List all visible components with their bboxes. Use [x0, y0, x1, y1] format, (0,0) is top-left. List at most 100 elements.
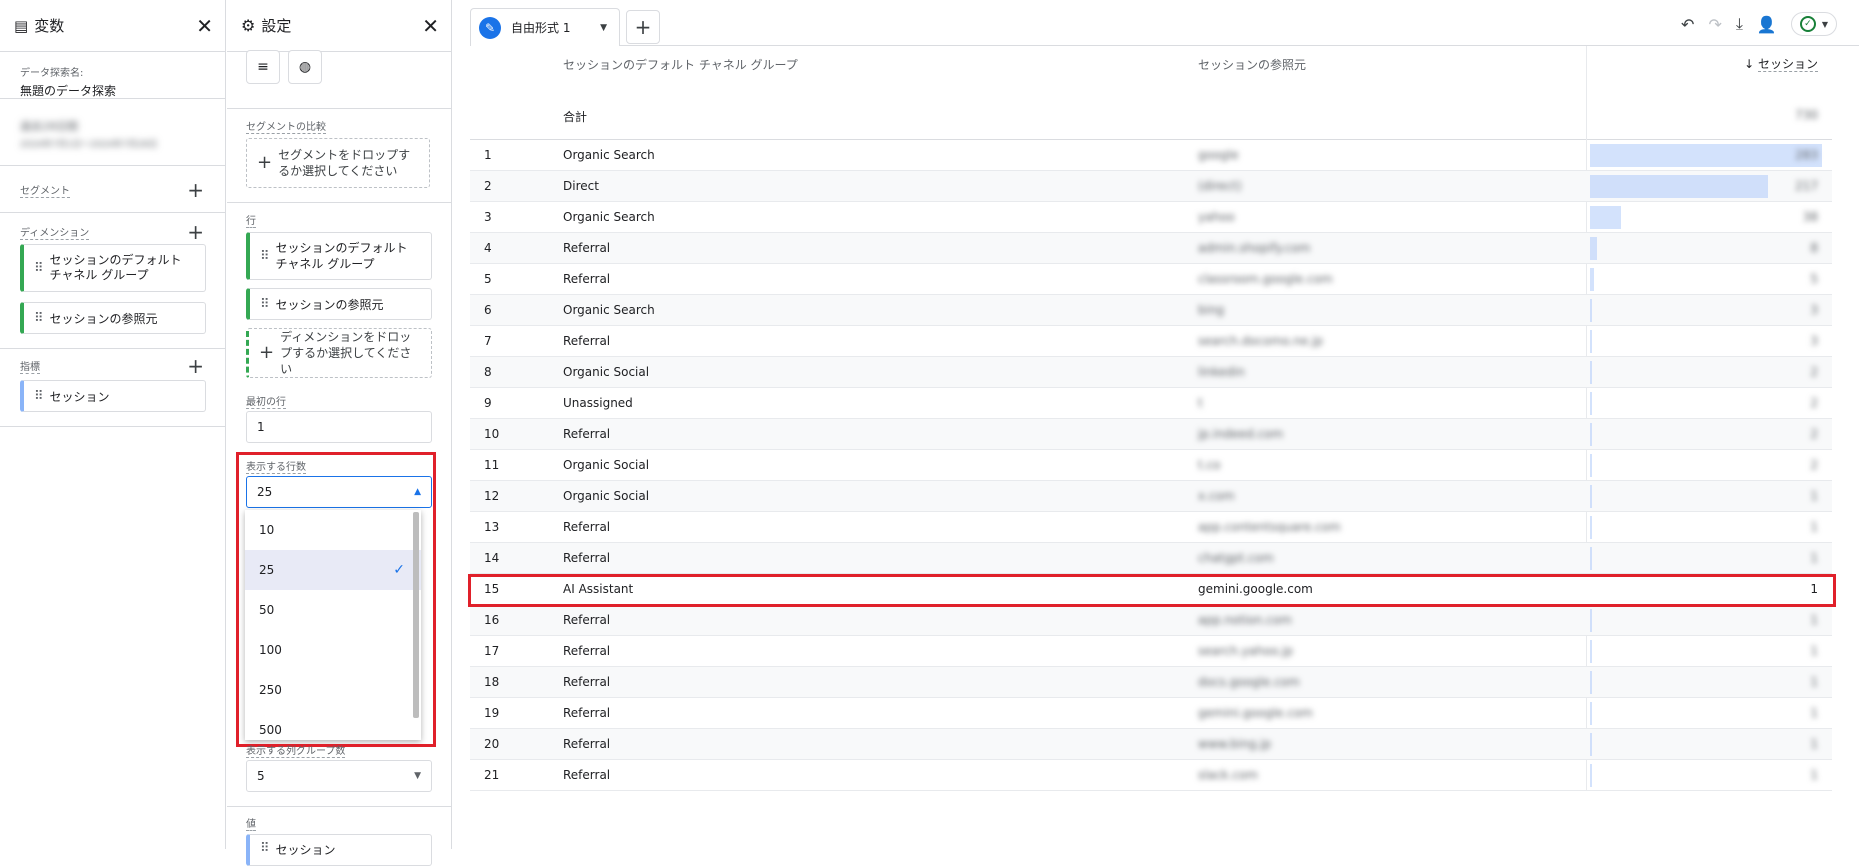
- table-row[interactable]: 21 Referral slack.com 1: [470, 760, 1832, 791]
- close-settings-icon[interactable]: ✕: [422, 16, 439, 36]
- option-label: 500: [259, 723, 282, 737]
- table-row[interactable]: 17 Referral search.yahoo.jp 1: [470, 636, 1832, 667]
- check-icon: ✓: [393, 562, 405, 578]
- share-user-icon[interactable]: 👤: [1757, 15, 1777, 34]
- source-cell: search.yahoo.jp: [1198, 644, 1293, 658]
- session-bar: [1590, 702, 1592, 725]
- globe-button[interactable]: ◍: [288, 50, 322, 84]
- channel-cell: Organic Search: [563, 210, 655, 224]
- status-pill[interactable]: ✓ ▼: [1790, 12, 1837, 36]
- drag-handle-icon[interactable]: ⠿: [260, 297, 269, 312]
- row-chip-channel-group[interactable]: ⠿ セッションのデフォルト チャネル グループ: [246, 232, 432, 280]
- table-row[interactable]: 9 Unassigned t 2: [470, 388, 1832, 419]
- channel-cell: Referral: [563, 272, 611, 286]
- table-row[interactable]: 1 Organic Search google 283: [470, 140, 1832, 171]
- download-icon[interactable]: ⤓: [1736, 14, 1743, 34]
- session-bar: [1590, 764, 1592, 787]
- values-chip[interactable]: ⠿ セッション: [246, 834, 432, 866]
- sessions-cell: 217: [1795, 179, 1818, 193]
- drag-handle-icon[interactable]: ⠿: [260, 249, 269, 264]
- table-row[interactable]: 20 Referral www.bing.jp 1: [470, 729, 1832, 760]
- rows-to-show-label: 表示する行数: [246, 458, 306, 474]
- add-tab-button[interactable]: +: [626, 10, 660, 44]
- table-row[interactable]: 2 Direct (direct) 217: [470, 171, 1832, 202]
- table-row[interactable]: 4 Referral admin.shopify.com 8: [470, 233, 1832, 264]
- column-header-sessions[interactable]: ↓ セッション: [1744, 55, 1818, 72]
- source-cell: t: [1198, 396, 1203, 410]
- table-row[interactable]: 12 Organic Social x.com 1: [470, 481, 1832, 512]
- table-row[interactable]: 15 AI Assistant gemini.google.com 1: [470, 574, 1832, 605]
- table-row[interactable]: 8 Organic Social linkedin 2: [470, 357, 1832, 388]
- channel-cell: Referral: [563, 706, 611, 720]
- table-row[interactable]: 14 Referral chatgpt.com 1: [470, 543, 1832, 574]
- channel-cell: Direct: [563, 179, 599, 193]
- column-header-channel-group[interactable]: セッションのデフォルト チャネル グループ: [563, 56, 798, 73]
- row-index: 21: [484, 768, 500, 782]
- session-bar: [1590, 392, 1592, 415]
- column-header-source[interactable]: セッションの参照元: [1198, 56, 1306, 73]
- channel-cell: Organic Search: [563, 148, 655, 162]
- drag-handle-icon[interactable]: ⠿: [34, 261, 43, 276]
- row-chip-source[interactable]: ⠿ セッションの参照元: [246, 288, 432, 320]
- segment-drop-zone[interactable]: + セグメントをドロップするか選択してください: [246, 138, 430, 188]
- session-bar: [1590, 547, 1592, 570]
- table-row[interactable]: 19 Referral gemini.google.com 1: [470, 698, 1832, 729]
- rows-option-10[interactable]: 10: [245, 510, 421, 550]
- dimension-chip-channel-group[interactable]: ⠿ セッションのデフォルト チャネル グループ: [20, 244, 206, 292]
- table-row[interactable]: 13 Referral app.contentsquare.com 1: [470, 512, 1832, 543]
- table-row[interactable]: 7 Referral search.docomo.ne.jp 3: [470, 326, 1832, 357]
- dimension-drop-zone[interactable]: + ディメンションをドロップするか選択してください: [246, 328, 432, 378]
- sessions-cell: 2: [1810, 427, 1818, 441]
- add-metric-icon[interactable]: +: [187, 356, 204, 376]
- option-label: 10: [259, 523, 275, 537]
- rows-option-250[interactable]: 250: [245, 670, 421, 710]
- column-groups-select[interactable]: 5 ▼: [246, 760, 432, 792]
- table-row[interactable]: 10 Referral jp.indeed.com 2: [470, 419, 1832, 450]
- dimension-chip-source[interactable]: ⠿ セッションの参照元: [20, 302, 206, 334]
- option-label: 100: [259, 643, 282, 657]
- row-index: 2: [484, 179, 492, 193]
- rows-option-500[interactable]: 500: [245, 710, 421, 740]
- dropdown-scrollbar[interactable]: [413, 512, 419, 718]
- option-label: 50: [259, 603, 275, 617]
- row-chip-label: セッションのデフォルト チャネル グループ: [275, 241, 408, 271]
- rows-option-50[interactable]: 50: [245, 590, 421, 630]
- tab-freeform-1[interactable]: ✎ 自由形式 1 ▼: [470, 8, 620, 46]
- undo-icon[interactable]: ↶: [1681, 15, 1694, 34]
- channel-cell: Organic Social: [563, 365, 650, 379]
- add-segment-icon[interactable]: +: [187, 180, 204, 200]
- first-row-input[interactable]: 1: [246, 411, 432, 443]
- redo-icon[interactable]: ↷: [1708, 15, 1721, 34]
- exploration-name[interactable]: データ探索名: 無題のデータ探索: [20, 64, 116, 99]
- segment-compare-label: セグメントの比較: [246, 118, 326, 134]
- channel-cell: Referral: [563, 520, 611, 534]
- caret-down-icon[interactable]: ▼: [600, 23, 607, 33]
- channel-cell: Referral: [563, 737, 611, 751]
- row-index: 10: [484, 427, 500, 441]
- metrics-label: 指標: [20, 358, 40, 374]
- rows-option-25[interactable]: 25 ✓: [245, 550, 421, 590]
- add-dimension-icon[interactable]: +: [187, 222, 204, 242]
- table-row[interactable]: 16 Referral app.notion.com 1: [470, 605, 1832, 636]
- close-variables-icon[interactable]: ✕: [196, 16, 213, 36]
- date-range-blurred[interactable]: 過去28日間 2024年7月1日〜2024年7月28日: [20, 118, 185, 150]
- table-technique-button[interactable]: ≡: [246, 50, 280, 84]
- rows-to-show-select[interactable]: 25 ▲: [246, 476, 432, 508]
- row-index: 14: [484, 551, 500, 565]
- dimension-chip-label: セッションのデフォルト チャネル グループ: [49, 253, 182, 282]
- rows-to-show-dropdown: 10 25 ✓ 50 100 250 500: [245, 510, 421, 740]
- table-row[interactable]: 6 Organic Search bing 3: [470, 295, 1832, 326]
- caret-down-icon: ▼: [414, 771, 421, 781]
- table-row[interactable]: 5 Referral classroom.google.com 5: [470, 264, 1832, 295]
- table-row[interactable]: 18 Referral docs.google.com 1: [470, 667, 1832, 698]
- channel-cell: Organic Search: [563, 303, 655, 317]
- rows-option-100[interactable]: 100: [245, 630, 421, 670]
- dimensions-section: ディメンション +: [20, 222, 204, 242]
- drag-handle-icon[interactable]: ⠿: [34, 311, 43, 326]
- table-row[interactable]: 11 Organic Social t.co 2: [470, 450, 1832, 481]
- dimensions-label: ディメンション: [20, 224, 90, 240]
- table-row[interactable]: 3 Organic Search yahoo 38: [470, 202, 1832, 233]
- dimension-chip-label: セッションの参照元: [49, 311, 158, 326]
- metric-chip-sessions[interactable]: ⠿ セッション: [20, 380, 206, 412]
- drag-handle-icon[interactable]: ⠿: [34, 389, 43, 404]
